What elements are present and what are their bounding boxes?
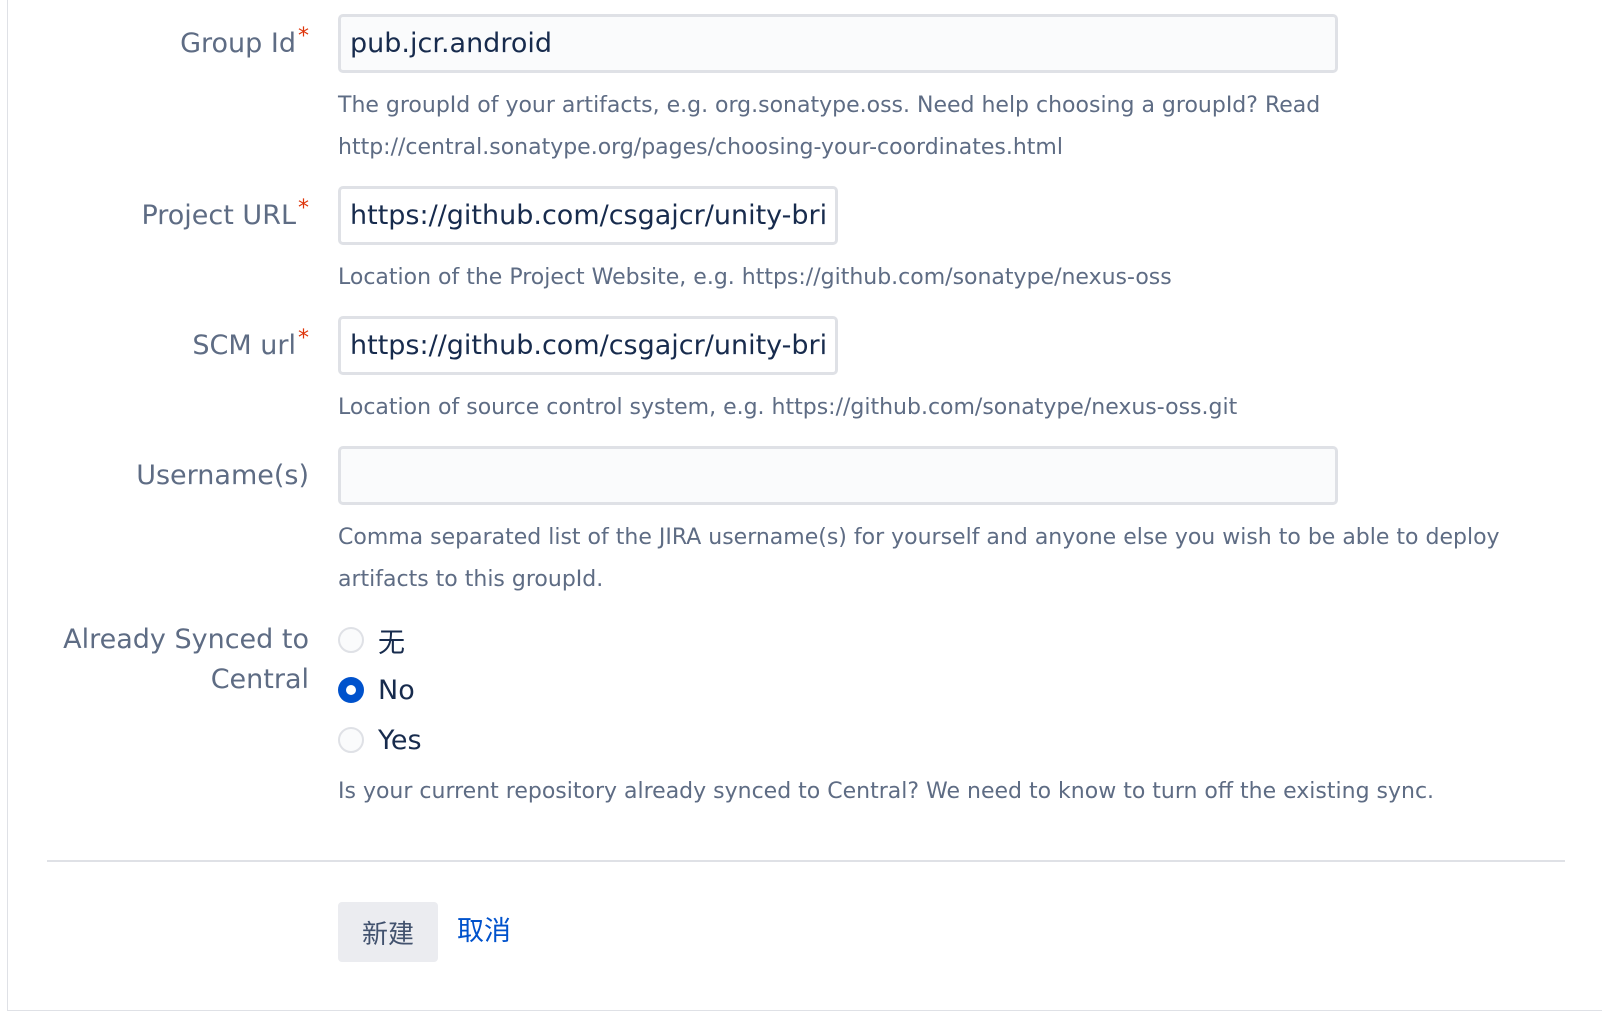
usernames-label: Username(s) [136, 460, 309, 491]
already-synced-help: Is your current repository already synce… [338, 779, 1435, 804]
frame-bottom-border [7, 1010, 1602, 1011]
already-synced-label-line2: Central [210, 664, 309, 695]
radio-button-no[interactable] [338, 677, 364, 703]
scm-url-input[interactable] [338, 316, 838, 375]
radio-button-none[interactable] [338, 627, 364, 653]
usernames-help-line1: Comma separated list of the JIRA usernam… [338, 525, 1500, 550]
radio-option-no[interactable]: No [338, 672, 415, 708]
scm-url-help: Location of source control system, e.g. … [338, 395, 1238, 420]
group-id-input[interactable] [338, 14, 1338, 73]
radio-label-no[interactable]: No [378, 675, 415, 706]
group-id-label: Group Id* [180, 24, 309, 66]
project-url-help: Location of the Project Website, e.g. ht… [338, 265, 1172, 290]
required-asterisk: * [298, 196, 309, 221]
radio-label-yes[interactable]: Yes [378, 725, 422, 756]
form-divider [47, 860, 1565, 862]
group-id-help-line2: http://central.sonatype.org/pages/choosi… [338, 135, 1063, 160]
create-button[interactable]: 新建 [338, 902, 438, 962]
required-asterisk: * [298, 24, 309, 49]
project-url-input[interactable] [338, 186, 838, 245]
radio-button-yes[interactable] [338, 727, 364, 753]
cancel-link[interactable]: 取消 [457, 912, 511, 952]
project-url-label: Project URL* [141, 196, 309, 238]
required-asterisk: * [298, 326, 309, 351]
group-id-help: The groupId of your artifacts, e.g. org.… [338, 85, 1558, 169]
create-project-form: Group Id* The groupId of your artifacts,… [0, 0, 1602, 1014]
scm-url-label: SCM url* [192, 326, 309, 368]
radio-option-none[interactable]: 无 [338, 621, 405, 660]
scm-url-label-text: SCM url [192, 330, 296, 361]
radio-label-none[interactable]: 无 [378, 621, 405, 660]
usernames-help-line2: artifacts to this groupId. [338, 567, 604, 592]
frame-left-border [7, 0, 8, 1010]
project-url-label-text: Project URL [141, 200, 296, 231]
group-id-help-line1: The groupId of your artifacts, e.g. org.… [338, 93, 1321, 118]
usernames-input[interactable] [338, 446, 1338, 505]
already-synced-label-line1: Already Synced to [63, 624, 309, 655]
group-id-label-text: Group Id [180, 28, 296, 59]
radio-option-yes[interactable]: Yes [338, 722, 422, 758]
usernames-help: Comma separated list of the JIRA usernam… [338, 517, 1558, 601]
already-synced-label: Already Synced to Central [39, 620, 309, 700]
